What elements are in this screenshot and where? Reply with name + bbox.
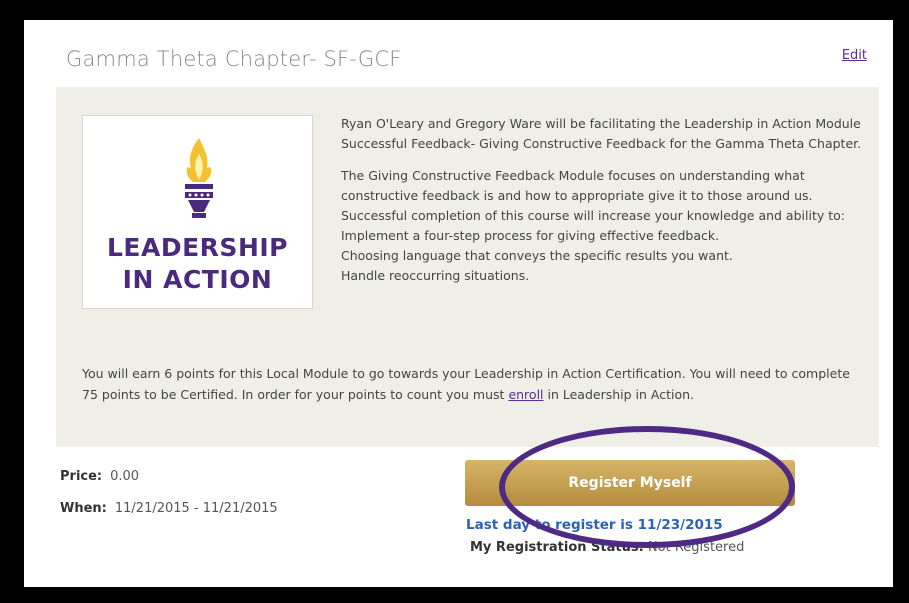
page-title: Gamma Theta Chapter- SF-GCF xyxy=(66,47,402,71)
when-label: When: xyxy=(60,501,107,516)
when-value: 11/21/2015 - 11/21/2015 xyxy=(114,501,278,516)
event-description: Ryan O'Leary and Gregory Ware will be fa… xyxy=(341,114,863,286)
enroll-link[interactable]: enroll xyxy=(508,387,543,402)
description-intro: Ryan O'Leary and Gregory Ware will be fa… xyxy=(341,116,862,151)
date-row: When: 11/21/2015 - 11/21/2015 xyxy=(60,501,278,516)
edit-link[interactable]: Edit xyxy=(842,48,867,63)
points-text-end: in Leadership in Action. xyxy=(543,387,695,402)
description-bullet: Handle reoccurring situations. xyxy=(341,268,530,283)
logo-text-line2: IN ACTION xyxy=(122,265,273,294)
points-text: You will earn 6 points for this Local Mo… xyxy=(82,366,850,402)
description-bullet: Choosing language that conveys the speci… xyxy=(341,248,733,263)
points-info: You will earn 6 points for this Local Mo… xyxy=(82,363,862,405)
logo-text-line1: LEADERSHIP xyxy=(107,233,288,262)
description-panel: LEADERSHIP IN ACTION Ryan O'Leary and Gr… xyxy=(56,87,879,447)
torch-icon xyxy=(185,138,213,218)
description-body: The Giving Constructive Feedback Module … xyxy=(341,168,845,223)
price-value: 0.00 xyxy=(110,469,140,484)
price-label: Price: xyxy=(60,469,103,484)
price-row: Price: 0.00 xyxy=(60,469,139,484)
event-card: Gamma Theta Chapter- SF-GCF Edit LEADERS… xyxy=(24,20,893,587)
leadership-logo: LEADERSHIP IN ACTION xyxy=(82,115,313,309)
highlight-annotation-circle xyxy=(499,426,795,548)
description-bullet: Implement a four-step process for giving… xyxy=(341,228,720,243)
